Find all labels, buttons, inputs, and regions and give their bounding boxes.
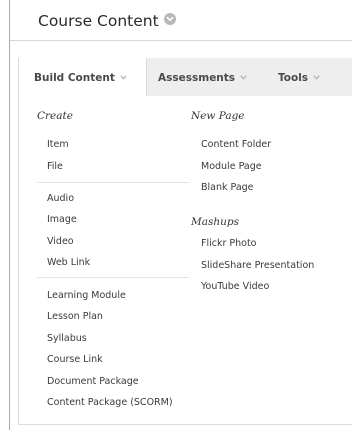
content-menubar: Build Content Assessments Tools	[18, 58, 352, 97]
menu-item-learning-module[interactable]: Learning Module	[47, 290, 126, 301]
menu-divider	[37, 277, 189, 278]
menu-item-item[interactable]: Item	[47, 139, 69, 150]
tab-build-content[interactable]: Build Content	[18, 58, 147, 97]
menu-item-web-link[interactable]: Web Link	[47, 257, 90, 268]
menu-item-lesson-plan[interactable]: Lesson Plan	[47, 311, 103, 322]
menu-item-image[interactable]: Image	[47, 214, 77, 225]
menu-item-syllabus[interactable]: Syllabus	[47, 333, 87, 344]
menu-item-flickr-photo[interactable]: Flickr Photo	[201, 238, 257, 249]
new-page-heading: New Page	[191, 110, 245, 122]
menu-item-audio[interactable]: Audio	[47, 193, 74, 204]
tab-build-content-label-wrap: Build Content	[34, 58, 127, 97]
menu-item-video[interactable]: Video	[47, 236, 74, 247]
build-content-dropdown: Create Item File Audio Image Video Web L…	[18, 96, 352, 425]
page-title-label: Course Content	[38, 12, 159, 30]
menu-item-blank-page[interactable]: Blank Page	[201, 182, 254, 193]
menu-item-content-package-scorm[interactable]: Content Package (SCORM)	[47, 397, 173, 408]
menu-item-module-page[interactable]: Module Page	[201, 161, 262, 172]
chevron-down-circle-icon[interactable]	[163, 13, 176, 25]
menu-item-youtube-video[interactable]: YouTube Video	[201, 281, 269, 292]
chevron-down-icon	[120, 58, 127, 96]
menu-item-course-link[interactable]: Course Link	[47, 354, 103, 365]
chevron-down-icon	[313, 58, 320, 96]
create-heading: Create	[37, 110, 73, 122]
tab-tools[interactable]: Tools	[278, 58, 320, 96]
menu-item-document-package[interactable]: Document Package	[47, 376, 139, 387]
tab-assessments[interactable]: Assessments	[158, 58, 247, 96]
page-title: Course Content	[38, 12, 176, 30]
tab-tools-label: Tools	[278, 72, 309, 84]
menu-item-content-folder[interactable]: Content Folder	[201, 139, 271, 150]
menu-divider	[37, 182, 189, 183]
tab-build-content-label: Build Content	[34, 72, 115, 84]
tab-assessments-label: Assessments	[158, 72, 236, 84]
chevron-down-icon	[240, 58, 247, 96]
menu-item-file[interactable]: File	[47, 161, 63, 172]
page-header: Course Content	[10, 0, 352, 41]
menu-item-slideshare-presentation[interactable]: SlideShare Presentation	[201, 260, 314, 271]
mashups-heading: Mashups	[191, 216, 240, 228]
content-frame: Course Content Build Content Assessments…	[9, 0, 352, 430]
